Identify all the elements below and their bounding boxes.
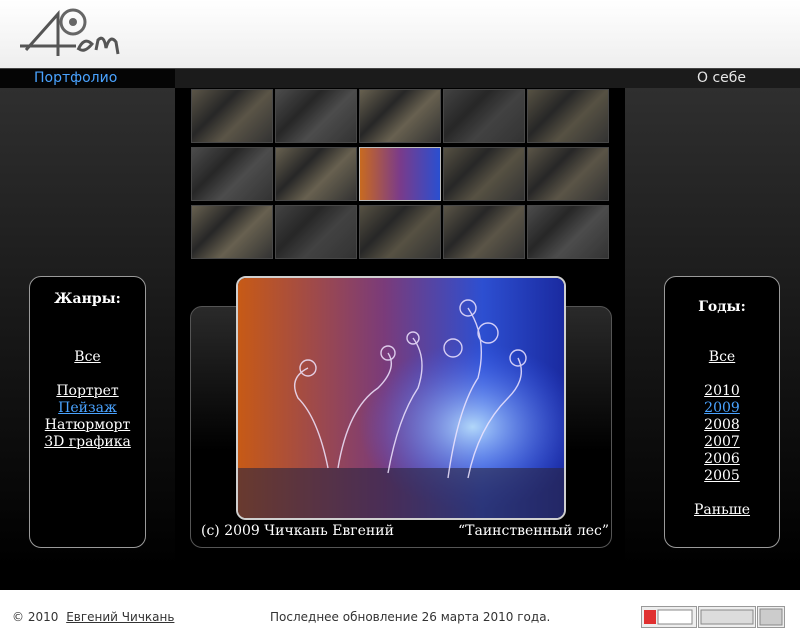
genre-all-link[interactable]: Все [30,349,145,366]
yandex-counter[interactable] [641,606,697,628]
photo-title-caption: “Таинственный лес” [458,523,610,539]
thumbnail[interactable] [359,205,441,259]
year-earlier-link[interactable]: Раньше [665,502,779,519]
year-filter: Годы: Все 2010 2009 2008 2007 2006 2005 … [664,276,780,548]
year-link-2005[interactable]: 2005 [665,468,779,485]
genre-link-portrait[interactable]: Портрет [30,383,145,400]
thumbnail[interactable] [359,89,441,143]
thumbnail[interactable] [359,147,441,201]
thumbnail[interactable] [191,89,273,143]
topmail-counter[interactable] [757,606,785,628]
year-link-2009[interactable]: 2009 [665,400,779,417]
thumbnail[interactable] [527,205,609,259]
nav-portfolio-tab[interactable]: Портфолио [0,69,175,89]
thumbnail-grid [191,89,611,263]
thumbnail[interactable] [275,205,357,259]
thumbnail[interactable] [275,147,357,201]
year-all-link[interactable]: Все [665,349,779,366]
footer: © 2010 Евгений Чичкань Последнее обновле… [0,590,800,640]
year-link-2006[interactable]: 2006 [665,451,779,468]
footer-copyright: © 2010 Евгений Чичкань [12,610,174,624]
photo-glass-flowers [238,278,564,518]
thumbnail[interactable] [527,147,609,201]
year-title: Годы: [698,299,746,315]
thumbnail[interactable] [443,147,525,201]
thumbnail[interactable] [191,147,273,201]
top-navigation: Портфолио О себе [0,68,800,89]
photo-author-caption: (c) 2009 Чичкань Евгений [201,523,394,539]
thumbnail[interactable] [443,89,525,143]
genre-filter: Жанры: Все Портрет Пейзаж Натюрморт 3D г… [29,276,146,548]
genre-link-still-life[interactable]: Натюрморт [30,417,145,434]
year-link-2007[interactable]: 2007 [665,434,779,451]
nav-portfolio-link[interactable]: Портфолио [34,70,117,86]
thumbnail[interactable] [275,89,357,143]
nav-about-link[interactable]: О себе [697,70,746,86]
site-logo[interactable] [18,4,138,64]
copyright-text: © 2010 [12,610,59,624]
rambler-counter[interactable] [698,606,756,628]
year-link-2010[interactable]: 2010 [665,383,779,400]
header [0,0,800,68]
year-link-2008[interactable]: 2008 [665,417,779,434]
main-photo[interactable] [236,276,566,520]
thumbnail[interactable] [443,205,525,259]
last-updated-text: Последнее обновление 26 марта 2010 года. [270,610,551,624]
genre-link-landscape[interactable]: Пейзаж [30,400,145,417]
thumbnail[interactable] [527,89,609,143]
thumbnail[interactable] [191,205,273,259]
genre-title: Жанры: [54,291,121,307]
genre-link-3d[interactable]: 3D графика [30,434,145,451]
footer-author-link[interactable]: Евгений Чичкань [66,610,174,624]
